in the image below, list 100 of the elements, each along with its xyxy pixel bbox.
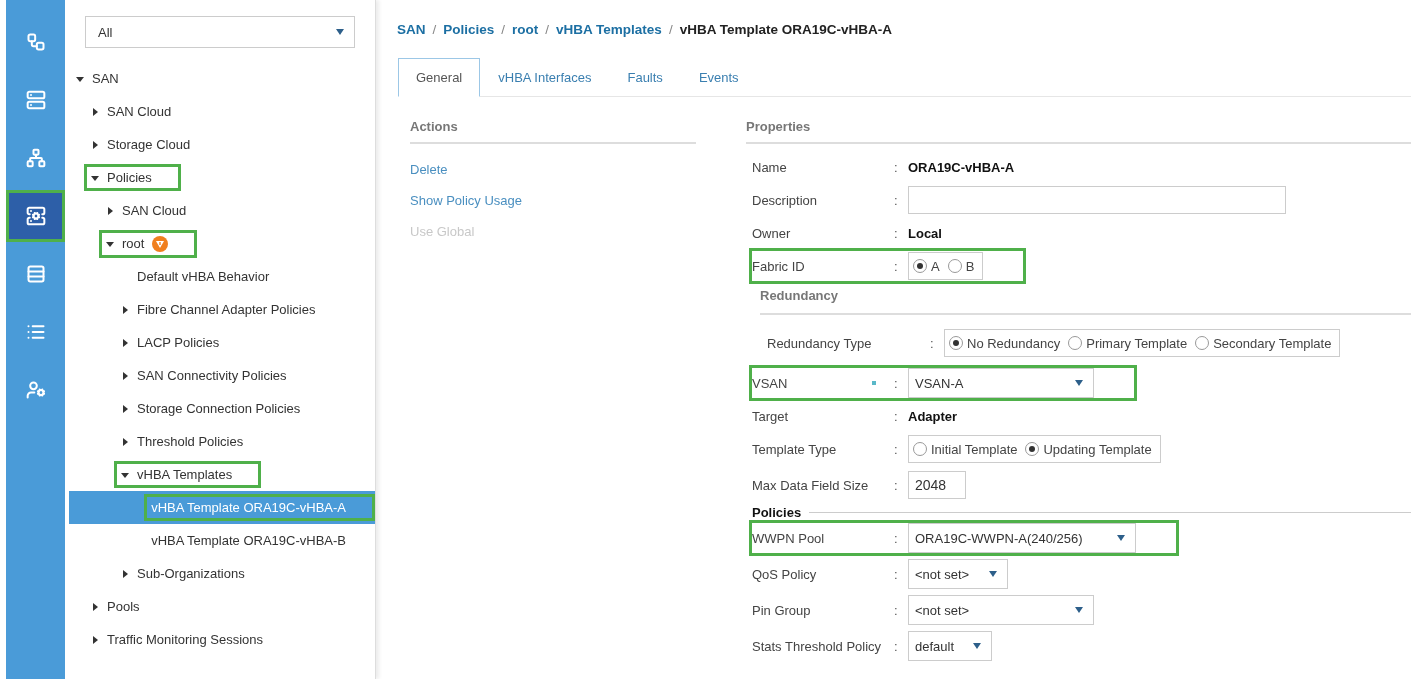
rows-icon	[25, 264, 46, 284]
field-label: Stats Threshold Policy	[752, 638, 883, 654]
field-label: QoS Policy	[752, 566, 818, 582]
tree-item[interactable]: Threshold Policies	[114, 428, 273, 455]
radio-option[interactable]: Initial Template	[913, 441, 1018, 457]
property-value: Adapter	[908, 408, 958, 424]
colon-separator: :	[894, 441, 899, 457]
list-icon	[25, 322, 46, 342]
caret-right-icon[interactable]	[121, 338, 129, 347]
dropdown-arrow-icon	[989, 570, 997, 578]
nav-rail-button[interactable]	[6, 190, 65, 242]
colon-separator: :	[894, 638, 899, 654]
caret-right-icon[interactable]	[121, 305, 129, 314]
field-label: Max Data Field Size	[752, 477, 870, 493]
breadcrumb-separator: /	[432, 22, 437, 37]
input-field[interactable]: 2048	[908, 471, 966, 499]
dropdown[interactable]: ORA19C-WWPN-A(240/256)	[908, 523, 1136, 553]
tree-item[interactable]: SAN	[69, 65, 148, 92]
tab[interactable]: General	[398, 58, 481, 97]
colon-separator: :	[894, 477, 899, 493]
tree-item[interactable]: Storage Connection Policies	[114, 395, 330, 422]
caret-right-icon[interactable]	[91, 140, 99, 149]
caret-down-icon[interactable]	[106, 239, 114, 248]
tree-item[interactable]: SAN Cloud	[99, 197, 216, 224]
property-value: Local	[908, 225, 942, 241]
action-link[interactable]: Delete	[410, 162, 448, 177]
breadcrumb-link[interactable]: vHBA Templates	[556, 22, 662, 37]
input-field[interactable]	[908, 186, 1286, 214]
caret-right-icon[interactable]	[91, 602, 99, 611]
radio-option[interactable]: B	[947, 258, 975, 274]
caret-right-icon[interactable]	[121, 404, 129, 413]
field-label: Owner	[752, 225, 792, 241]
radio-option[interactable]: Secondary Template	[1195, 335, 1332, 351]
field-label: Description	[752, 192, 819, 208]
property-value: ORA19C-vHBA-A	[908, 159, 1015, 175]
tree-item[interactable]: Default vHBA Behavior	[130, 263, 299, 290]
dropdown-arrow-icon	[1075, 379, 1083, 387]
radio-option[interactable]: No Redundancy	[949, 335, 1061, 351]
tab[interactable]: Faults	[609, 58, 681, 96]
tree-item[interactable]: Traffic Monitoring Sessions	[84, 626, 293, 653]
colon-separator: :	[894, 225, 899, 241]
section-heading: Redundancy	[760, 284, 1411, 315]
action-link[interactable]: Show Policy Usage	[410, 193, 522, 208]
user-settings-icon	[25, 380, 46, 400]
colon-separator: :	[930, 335, 935, 351]
colon-separator: :	[894, 602, 899, 618]
colon-separator: :	[894, 530, 899, 546]
colon-separator: :	[894, 192, 899, 208]
field-label: VSAN	[752, 375, 789, 391]
section-heading: Policies	[752, 505, 802, 520]
tree-item[interactable]: LACP Policies	[114, 329, 249, 356]
tab[interactable]: Events	[680, 58, 757, 96]
field-label: Template Type	[752, 441, 838, 457]
radio-option[interactable]: A	[913, 258, 940, 274]
radio-option[interactable]: Updating Template	[1025, 441, 1152, 457]
dropdown-arrow-icon	[973, 642, 981, 650]
breadcrumb-separator: /	[668, 22, 673, 37]
section-heading: Actions	[410, 119, 696, 144]
colon-separator: :	[894, 375, 899, 391]
field-label: Redundancy Type	[766, 335, 873, 351]
caret-right-icon[interactable]	[91, 635, 99, 644]
dropdown[interactable]: <not set>	[908, 559, 1008, 589]
tree-item[interactable]: SAN Connectivity Policies	[114, 362, 316, 389]
tree-item[interactable]: Policies	[84, 164, 181, 191]
tree-item[interactable]: root	[99, 229, 198, 258]
tree-item[interactable]: Storage Cloud	[84, 131, 220, 158]
caret-down-icon[interactable]	[76, 74, 84, 83]
breadcrumb-link[interactable]: root	[512, 22, 539, 37]
filter-dropdown[interactable]: All	[85, 16, 355, 48]
field-label: WWPN Pool	[752, 530, 826, 546]
caret-right-icon[interactable]	[121, 437, 129, 446]
breadcrumb-link[interactable]: SAN	[397, 22, 426, 37]
colon-separator: :	[894, 159, 899, 175]
tree-item[interactable]: SAN Cloud	[84, 98, 201, 125]
tree-item[interactable]: Sub-Organizations	[114, 560, 274, 587]
field-label: Fabric ID	[752, 258, 806, 274]
tree-item[interactable]: vHBA Template ORA19C-vHBA-B	[144, 527, 375, 554]
radio-option[interactable]: Primary Template	[1068, 335, 1188, 351]
dropdown-arrow-icon	[336, 28, 344, 36]
breadcrumb-current-link[interactable]: vHBA Template ORA19C-vHBA-A	[679, 22, 892, 37]
section-heading: Properties	[746, 119, 1411, 144]
caret-right-icon[interactable]	[121, 569, 129, 578]
dropdown[interactable]: <not set>	[908, 595, 1094, 625]
tree-item[interactable]: Pools	[84, 593, 169, 620]
caret-right-icon[interactable]	[91, 107, 99, 116]
caret-down-icon[interactable]	[121, 470, 129, 479]
tree-item[interactable]: vHBA Templates	[114, 461, 262, 488]
breadcrumb-link[interactable]: Policies	[443, 22, 495, 37]
caret-right-icon[interactable]	[121, 371, 129, 380]
dropdown[interactable]: default	[908, 631, 992, 661]
breadcrumb-separator: /	[545, 22, 550, 37]
tree-item[interactable]: Fibre Channel Adapter Policies	[114, 296, 345, 323]
colon-separator: :	[894, 258, 899, 274]
tab[interactable]: vHBA Interfaces	[480, 58, 610, 96]
colon-separator: :	[894, 566, 899, 582]
field-label: Pin Group	[752, 602, 812, 618]
caret-down-icon[interactable]	[91, 173, 99, 182]
caret-right-icon[interactable]	[106, 206, 114, 215]
colon-separator: :	[894, 408, 899, 424]
dropdown[interactable]: VSAN-A	[908, 368, 1094, 398]
